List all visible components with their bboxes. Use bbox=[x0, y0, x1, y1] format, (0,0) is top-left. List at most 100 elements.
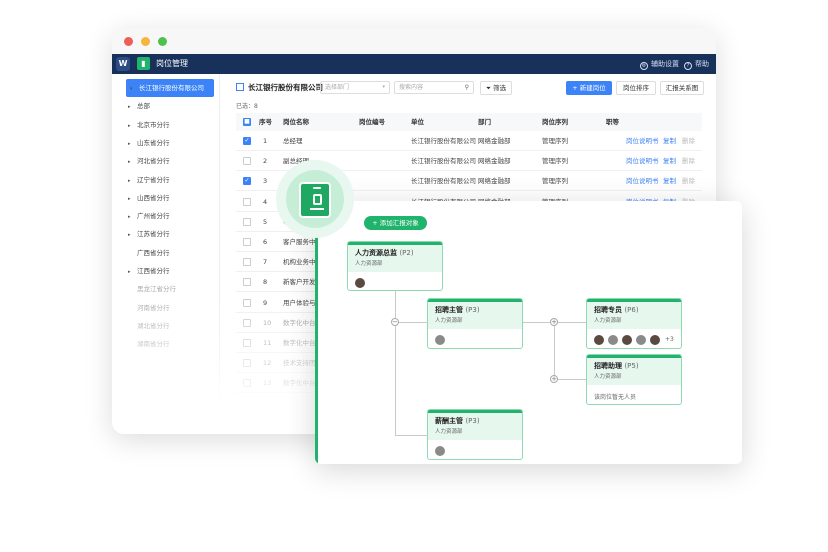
node-recruit-specialist[interactable]: 招聘专员 (P6) 人力资源部 +3 bbox=[586, 298, 682, 349]
sidebar-item[interactable]: ▸ 北京市分行 bbox=[128, 116, 170, 134]
row-dept: 网络金融部 bbox=[478, 137, 511, 145]
row-checkbox[interactable] bbox=[243, 197, 251, 206]
node-name: 招聘主管 bbox=[435, 306, 463, 314]
sidebar-item[interactable]: 广西省分行 bbox=[128, 244, 170, 262]
chevron-icon[interactable]: ▸ bbox=[128, 153, 137, 171]
copy-link[interactable]: 复制 bbox=[663, 151, 676, 171]
row-checkbox[interactable] bbox=[243, 258, 251, 267]
avatar[interactable] bbox=[635, 334, 647, 346]
filter-button[interactable]: ⏷ 筛选 bbox=[480, 81, 512, 95]
chevron-icon[interactable]: ▸ bbox=[128, 98, 137, 116]
filter-label: 筛选 bbox=[493, 84, 507, 92]
chevron-icon[interactable]: ▸ bbox=[128, 208, 137, 226]
sidebar-item[interactable]: ▸ 河北省分行 bbox=[128, 152, 170, 170]
connector-line bbox=[395, 291, 396, 436]
avatar[interactable] bbox=[354, 277, 366, 289]
node-pay-supervisor[interactable]: 薪酬主管 (P3) 人力资源部 bbox=[427, 409, 523, 460]
chair-icon-leg bbox=[310, 208, 324, 210]
more-avatars-count[interactable]: +3 bbox=[665, 334, 674, 346]
close-window-button[interactable] bbox=[124, 37, 133, 46]
position-chair-icon bbox=[299, 182, 331, 218]
node-dept: 人力资源部 bbox=[435, 318, 463, 324]
connector-line bbox=[554, 322, 586, 323]
expand-toggle[interactable]: + bbox=[550, 318, 558, 326]
node-level: (P3) bbox=[465, 306, 480, 314]
node-recruit-assistant[interactable]: 招聘助理 (P5) 人力资源部 该岗位暂无人员 bbox=[586, 354, 682, 405]
avatar[interactable] bbox=[607, 334, 619, 346]
assist-settings-label: 辅助设置 bbox=[651, 60, 679, 68]
node-hr-director[interactable]: 人力资源总监 (P2) 人力资源部 bbox=[347, 241, 443, 291]
help-link[interactable]: ? 帮助 bbox=[684, 58, 709, 70]
chevron-icon[interactable]: ▸ bbox=[128, 190, 137, 208]
row-index: 2 bbox=[263, 157, 268, 166]
maximize-window-button[interactable] bbox=[158, 37, 167, 46]
select-all-checkbox[interactable]: ■ bbox=[243, 118, 251, 126]
sidebar-item-label: 广西省分行 bbox=[137, 248, 170, 257]
row-checkbox[interactable] bbox=[243, 238, 251, 246]
job-description-link[interactable]: 岗位说明书 bbox=[626, 131, 659, 151]
sidebar-item-label: 北京市分行 bbox=[137, 120, 170, 129]
search-placeholder: 搜索内容 bbox=[399, 84, 424, 91]
sidebar-item-label: 江苏省分行 bbox=[137, 230, 170, 239]
row-checkbox[interactable]: ✓ bbox=[243, 137, 251, 145]
chevron-icon[interactable]: ▸ bbox=[128, 226, 137, 244]
chevron-icon[interactable]: ▸ bbox=[128, 263, 137, 281]
avatar[interactable] bbox=[621, 334, 633, 346]
sidebar-item[interactable]: ▸ 辽宁省分行 bbox=[128, 171, 170, 189]
node-dept: 人力资源部 bbox=[594, 374, 622, 380]
dept-select[interactable]: 选择部门 ▾ bbox=[320, 81, 390, 94]
row-unit: 长江银行股份有限公司 bbox=[411, 157, 476, 166]
search-input[interactable]: 搜索内容 ⚲ bbox=[394, 81, 474, 94]
row-index: 3 bbox=[263, 177, 268, 186]
row-checkbox[interactable]: ✓ bbox=[243, 177, 251, 186]
job-description-link[interactable]: 岗位说明书 bbox=[626, 151, 659, 171]
delete-link[interactable]: 删除 bbox=[682, 131, 695, 151]
app-logo: W bbox=[116, 57, 130, 71]
node-recruit-supervisor[interactable]: 招聘主管 (P3) 人力资源部 bbox=[427, 298, 523, 349]
collapse-toggle[interactable]: − bbox=[391, 318, 399, 326]
help-label: 帮助 bbox=[695, 60, 709, 68]
sidebar-item[interactable]: ▸ 江西省分行 bbox=[128, 262, 170, 280]
row-checkbox[interactable] bbox=[243, 278, 251, 287]
sidebar-item[interactable]: ▸ 山东省分行 bbox=[128, 134, 170, 152]
sidebar-item[interactable]: ▸ 总部 bbox=[128, 97, 150, 115]
job-description-link[interactable]: 岗位说明书 bbox=[626, 171, 659, 191]
delete-link[interactable]: 删除 bbox=[682, 151, 695, 171]
add-report-button[interactable]: + 添加汇报对象 bbox=[364, 216, 427, 230]
expand-toggle[interactable]: + bbox=[550, 375, 558, 383]
sidebar-item[interactable]: ▸ 江苏省分行 bbox=[128, 225, 170, 243]
sidebar-item[interactable]: ▸ 山西省分行 bbox=[128, 189, 170, 207]
minimize-window-button[interactable] bbox=[141, 37, 150, 46]
row-checkbox[interactable] bbox=[243, 157, 251, 166]
connector-line bbox=[395, 435, 427, 436]
col-code: 岗位编号 bbox=[359, 118, 385, 126]
chevron-icon[interactable]: ▸ bbox=[128, 172, 137, 190]
row-seq: 管理序列 bbox=[542, 137, 568, 145]
chevron-icon[interactable]: ▾ bbox=[130, 80, 139, 98]
row-checkbox[interactable] bbox=[243, 217, 251, 226]
col-unit: 单位 bbox=[411, 118, 424, 126]
org-chart-card: + 添加汇报对象 − + + 人力资源总监 (P2) 人力资源部 招聘主管 (P… bbox=[315, 201, 742, 464]
sidebar-item[interactable]: ▸ 广州省分行 bbox=[128, 207, 170, 225]
sidebar-item[interactable]: ▾ 长江银行股份有限公司 bbox=[126, 79, 214, 97]
row-index: 4 bbox=[263, 197, 268, 206]
position-sort-button[interactable]: 岗位排序 bbox=[616, 81, 656, 95]
col-name: 岗位名称 bbox=[283, 118, 309, 126]
avatar[interactable] bbox=[649, 334, 661, 346]
copy-link[interactable]: 复制 bbox=[663, 131, 676, 151]
delete-link[interactable]: 删除 bbox=[682, 171, 695, 191]
chevron-icon[interactable]: ▸ bbox=[128, 135, 137, 153]
chevron-icon[interactable]: ▸ bbox=[128, 117, 137, 135]
sidebar-item[interactable]: 黑龙江省分行 bbox=[128, 280, 176, 298]
copy-link[interactable]: 复制 bbox=[663, 171, 676, 191]
table-row[interactable]: ✓ 1 总经理 长江银行股份有限公司 网络金融部 管理序列 岗位说明书 复制 删除 bbox=[236, 131, 702, 151]
dept-select-placeholder: 选择部门 bbox=[325, 84, 350, 91]
row-index: 6 bbox=[263, 238, 268, 246]
report-chart-button[interactable]: 汇报关系图 bbox=[660, 81, 704, 95]
avatar[interactable] bbox=[434, 445, 446, 457]
avatar[interactable] bbox=[593, 334, 605, 346]
node-dept: 人力资源部 bbox=[355, 261, 383, 267]
avatar[interactable] bbox=[434, 334, 446, 346]
assist-settings-link[interactable]: ⚙ 辅助设置 bbox=[640, 58, 679, 70]
new-position-button[interactable]: + 新建岗位 bbox=[566, 81, 612, 95]
